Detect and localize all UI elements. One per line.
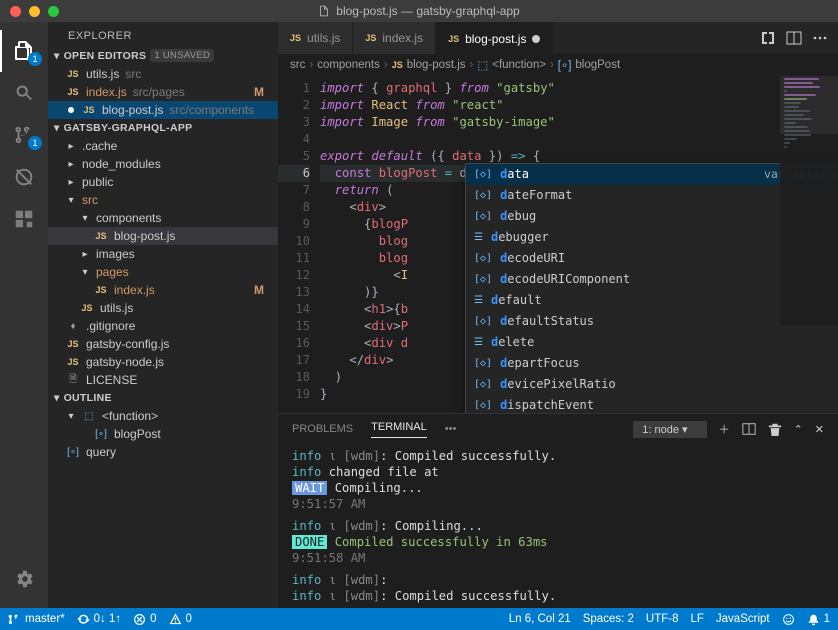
split-editor-icon[interactable] bbox=[786, 30, 802, 46]
scm-activity-icon[interactable]: 1 bbox=[0, 114, 48, 156]
tab-utils[interactable]: JSutils.js bbox=[278, 22, 353, 54]
sidebar: EXPLORER ▾ OPEN EDITORS 1 UNSAVED JS uti… bbox=[48, 22, 278, 608]
maximize-panel-icon[interactable]: ⌃ bbox=[794, 423, 803, 436]
explorer-badge: 1 bbox=[28, 52, 42, 66]
folder-item[interactable]: ▸.cache bbox=[48, 137, 278, 155]
close-panel-icon[interactable]: ✕ bbox=[815, 423, 824, 436]
code-lines: import { graphql } from "gatsby" import … bbox=[320, 76, 838, 413]
open-editor-item[interactable]: JS blog-post.js src/components bbox=[48, 101, 278, 119]
outline-item[interactable]: [∘]query bbox=[48, 443, 278, 461]
minimap[interactable] bbox=[780, 76, 838, 326]
dirty-indicator-icon bbox=[68, 107, 74, 113]
suggest-item[interactable]: [◇]devicePixelRatio bbox=[466, 374, 838, 395]
code-editor[interactable]: 12345 6 789101112 13141516171819 import … bbox=[278, 76, 838, 413]
scm-badge: 1 bbox=[28, 136, 42, 150]
status-eol[interactable]: LF bbox=[690, 613, 703, 625]
settings-activity-icon[interactable] bbox=[0, 558, 48, 600]
status-lncol[interactable]: Ln 6, Col 21 bbox=[509, 613, 571, 625]
unsaved-badge: 1 UNSAVED bbox=[150, 49, 214, 62]
file-item[interactable]: JSindex.jsM bbox=[48, 281, 278, 299]
tab-index[interactable]: JSindex.js bbox=[353, 22, 436, 54]
status-warnings[interactable]: 0 bbox=[169, 613, 192, 626]
gutter: 12345 6 789101112 13141516171819 bbox=[278, 76, 320, 413]
folder-item[interactable]: ▾components bbox=[48, 209, 278, 227]
editor-group: JSutils.js JSindex.js JSblog-post.js src… bbox=[278, 22, 838, 608]
tab-bar: JSutils.js JSindex.js JSblog-post.js bbox=[278, 22, 838, 54]
folder-item[interactable]: ▸node_modules bbox=[48, 155, 278, 173]
file-icon bbox=[318, 5, 330, 17]
status-spaces[interactable]: Spaces: 2 bbox=[583, 613, 634, 625]
chevron-down-icon: ▾ bbox=[54, 50, 60, 62]
file-item[interactable]: JSutils.js bbox=[48, 299, 278, 317]
outline-item[interactable]: [∘]blogPost bbox=[48, 425, 278, 443]
file-item[interactable]: JSblog-post.js bbox=[48, 227, 278, 245]
file-item[interactable]: JSgatsby-config.js bbox=[48, 335, 278, 353]
extensions-activity-icon[interactable] bbox=[0, 198, 48, 240]
terminal-select[interactable]: 1: node ▾ bbox=[633, 421, 706, 438]
suggest-item[interactable]: ☰delete bbox=[466, 332, 838, 353]
folder-item[interactable]: ▸images bbox=[48, 245, 278, 263]
folder-item[interactable]: ▾src bbox=[48, 191, 278, 209]
chevron-down-icon: ▾ bbox=[54, 122, 60, 134]
folder-item[interactable]: ▸public bbox=[48, 173, 278, 191]
status-bar: master* 0↓ 1↑ 0 0 Ln 6, Col 21 Spaces: 2… bbox=[0, 608, 838, 630]
breadcrumb[interactable]: src› components› JSblog-post.js› ⬚<funct… bbox=[278, 54, 838, 76]
status-notifications[interactable]: 1 bbox=[807, 613, 830, 626]
activity-bar: 1 1 bbox=[0, 22, 48, 608]
tab-blog-post[interactable]: JSblog-post.js bbox=[436, 22, 553, 54]
panel-tabs: PROBLEMS TERMINAL ••• 1: node ▾ ＋ ⌃ ✕ bbox=[278, 414, 838, 444]
search-activity-icon[interactable] bbox=[0, 72, 48, 114]
dirty-indicator-icon bbox=[532, 35, 540, 43]
new-terminal-icon[interactable]: ＋ bbox=[719, 421, 730, 437]
open-editors-header[interactable]: ▾ OPEN EDITORS 1 UNSAVED bbox=[48, 46, 278, 65]
window-title: blog-post.js — gatsby-graphql-app bbox=[0, 4, 838, 18]
suggest-item[interactable]: [◇]dispatchEvent bbox=[466, 395, 838, 413]
variable-icon: [◇] bbox=[474, 166, 492, 183]
open-editor-item[interactable]: JS utils.js src bbox=[48, 65, 278, 83]
explorer-activity-icon[interactable]: 1 bbox=[0, 30, 48, 72]
status-feedback-icon[interactable] bbox=[782, 613, 795, 626]
status-lang[interactable]: JavaScript bbox=[716, 613, 770, 625]
chevron-down-icon: ▾ bbox=[54, 392, 60, 404]
status-errors[interactable]: 0 bbox=[133, 613, 156, 626]
more-actions-icon[interactable] bbox=[812, 30, 828, 46]
file-item[interactable]: JSgatsby-node.js bbox=[48, 353, 278, 371]
status-sync[interactable]: 0↓ 1↑ bbox=[77, 613, 122, 626]
open-editor-item[interactable]: JS index.js src/pages M bbox=[48, 83, 278, 101]
outline-header[interactable]: ▾ OUTLINE bbox=[48, 389, 278, 407]
panel-tab-problems[interactable]: PROBLEMS bbox=[292, 423, 353, 435]
panel: PROBLEMS TERMINAL ••• 1: node ▾ ＋ ⌃ ✕ in… bbox=[278, 413, 838, 608]
terminal-body[interactable]: info ι [wdm]: Compiled successfully. inf… bbox=[278, 444, 838, 608]
file-item[interactable]: ♦.gitignore bbox=[48, 317, 278, 335]
status-branch[interactable]: master* bbox=[8, 613, 65, 626]
debug-activity-icon[interactable] bbox=[0, 156, 48, 198]
suggest-item[interactable]: [◇]departFocus bbox=[466, 353, 838, 374]
folder-item[interactable]: ▾pages bbox=[48, 263, 278, 281]
sidebar-title: EXPLORER bbox=[48, 22, 278, 46]
titlebar: blog-post.js — gatsby-graphql-app bbox=[0, 0, 838, 22]
panel-tab-more[interactable]: ••• bbox=[445, 423, 457, 435]
panel-tab-terminal[interactable]: TERMINAL bbox=[371, 421, 427, 438]
kill-terminal-icon[interactable] bbox=[768, 422, 782, 436]
compare-changes-icon[interactable] bbox=[760, 30, 776, 46]
file-item[interactable]: 🗎LICENSE bbox=[48, 371, 278, 389]
outline-item[interactable]: ▾⬚<function> bbox=[48, 407, 278, 425]
status-encoding[interactable]: UTF-8 bbox=[646, 613, 679, 625]
project-header[interactable]: ▾ GATSBY-GRAPHQL-APP bbox=[48, 119, 278, 137]
split-terminal-icon[interactable] bbox=[742, 422, 756, 436]
